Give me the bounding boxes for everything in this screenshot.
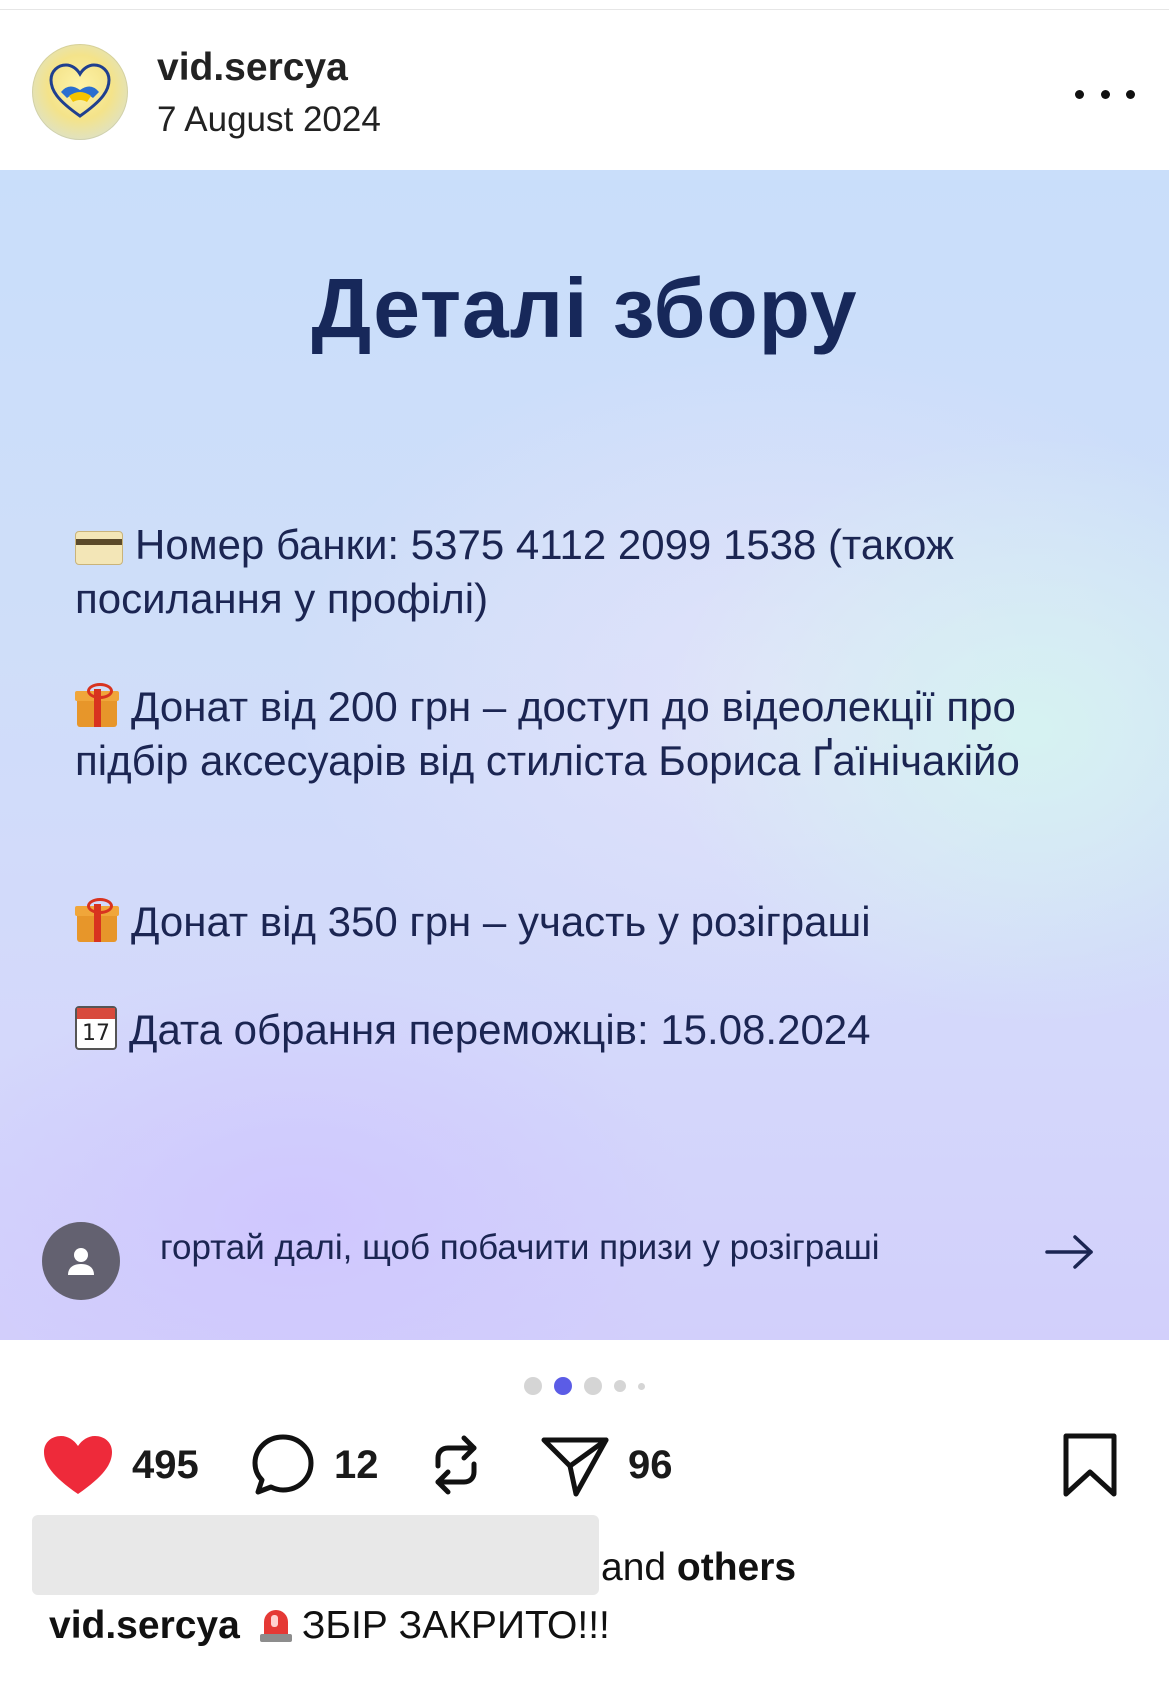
detail-text: Дата обрання переможців: 15.08.2024 xyxy=(129,1006,871,1053)
swipe-hint: гортай далі, щоб побачити призи у розігр… xyxy=(160,1228,880,1267)
heart-hands-logo xyxy=(49,63,111,118)
liked-by-line: and others xyxy=(0,1512,1169,1597)
carousel-dot xyxy=(584,1377,602,1395)
detail-text: Номер банки: 5375 4112 2099 1538 (також … xyxy=(75,521,954,622)
carousel-dot xyxy=(614,1380,626,1392)
post-actions: 495 12 96 xyxy=(0,1425,1169,1505)
send-icon xyxy=(541,1437,609,1497)
caption-text: ЗБІР ЗАКРИТО!!! xyxy=(301,1604,610,1647)
carousel-dot-active xyxy=(554,1377,572,1395)
person-icon xyxy=(68,1248,94,1275)
likes-count: 495 xyxy=(132,1442,199,1487)
like-button[interactable]: 495 xyxy=(42,1425,199,1505)
repost-icon xyxy=(435,1435,477,1495)
post-caption: vid.sercya ЗБІР ЗАКРИТО!!! xyxy=(49,1604,610,1648)
carousel-pagination xyxy=(0,1376,1169,1396)
carousel-dot xyxy=(524,1377,542,1395)
bookmark-icon xyxy=(1063,1433,1117,1497)
siren-icon xyxy=(258,1604,294,1644)
comment-button[interactable]: 12 xyxy=(250,1425,379,1505)
shares-count: 96 xyxy=(628,1442,673,1487)
more-options-icon[interactable] xyxy=(1075,74,1135,114)
post-username[interactable]: vid.sercya xyxy=(157,46,348,90)
liked-by-others[interactable]: others xyxy=(677,1546,796,1589)
gift-icon xyxy=(75,898,119,942)
heart-icon xyxy=(44,1436,112,1494)
detail-bank-number: Номер банки: 5375 4112 2099 1538 (також … xyxy=(75,518,1095,626)
detail-text: Донат від 350 грн – участь у розіграші xyxy=(131,898,871,945)
carousel-dot xyxy=(638,1382,645,1390)
repost-button[interactable] xyxy=(426,1425,486,1505)
tagged-people-icon[interactable] xyxy=(42,1222,120,1300)
detail-text: Донат від 200 грн – доступ до відеолекці… xyxy=(75,683,1020,784)
detail-winner-date: 17 Дата обрання переможців: 15.08.2024 xyxy=(75,1003,1095,1057)
liked-by-connector: and xyxy=(601,1546,667,1589)
profile-avatar[interactable] xyxy=(32,44,128,140)
arrow-right-icon xyxy=(1045,1235,1093,1269)
post-header: vid.sercya 7 August 2024 xyxy=(0,10,1169,170)
caption-username[interactable]: vid.sercya xyxy=(49,1604,240,1647)
gift-icon xyxy=(75,683,119,727)
detail-donation-200: Донат від 200 грн – доступ до відеолекці… xyxy=(75,680,1095,788)
detail-donation-350: Донат від 350 грн – участь у розіграші xyxy=(75,895,1095,949)
comment-icon xyxy=(252,1434,314,1495)
credit-card-icon xyxy=(75,531,123,565)
post-date: 7 August 2024 xyxy=(157,100,381,139)
share-button[interactable]: 96 xyxy=(540,1425,673,1505)
slide-title: Деталі збору xyxy=(311,261,858,355)
save-button[interactable] xyxy=(1060,1425,1120,1505)
liked-by-text[interactable]: and others xyxy=(601,1546,796,1590)
comments-count: 12 xyxy=(334,1442,379,1487)
calendar-icon: 17 xyxy=(75,1006,117,1050)
carousel-slide[interactable]: Деталі збору Номер банки: 5375 4112 2099… xyxy=(0,170,1169,1340)
redacted-liked-by xyxy=(32,1515,599,1595)
